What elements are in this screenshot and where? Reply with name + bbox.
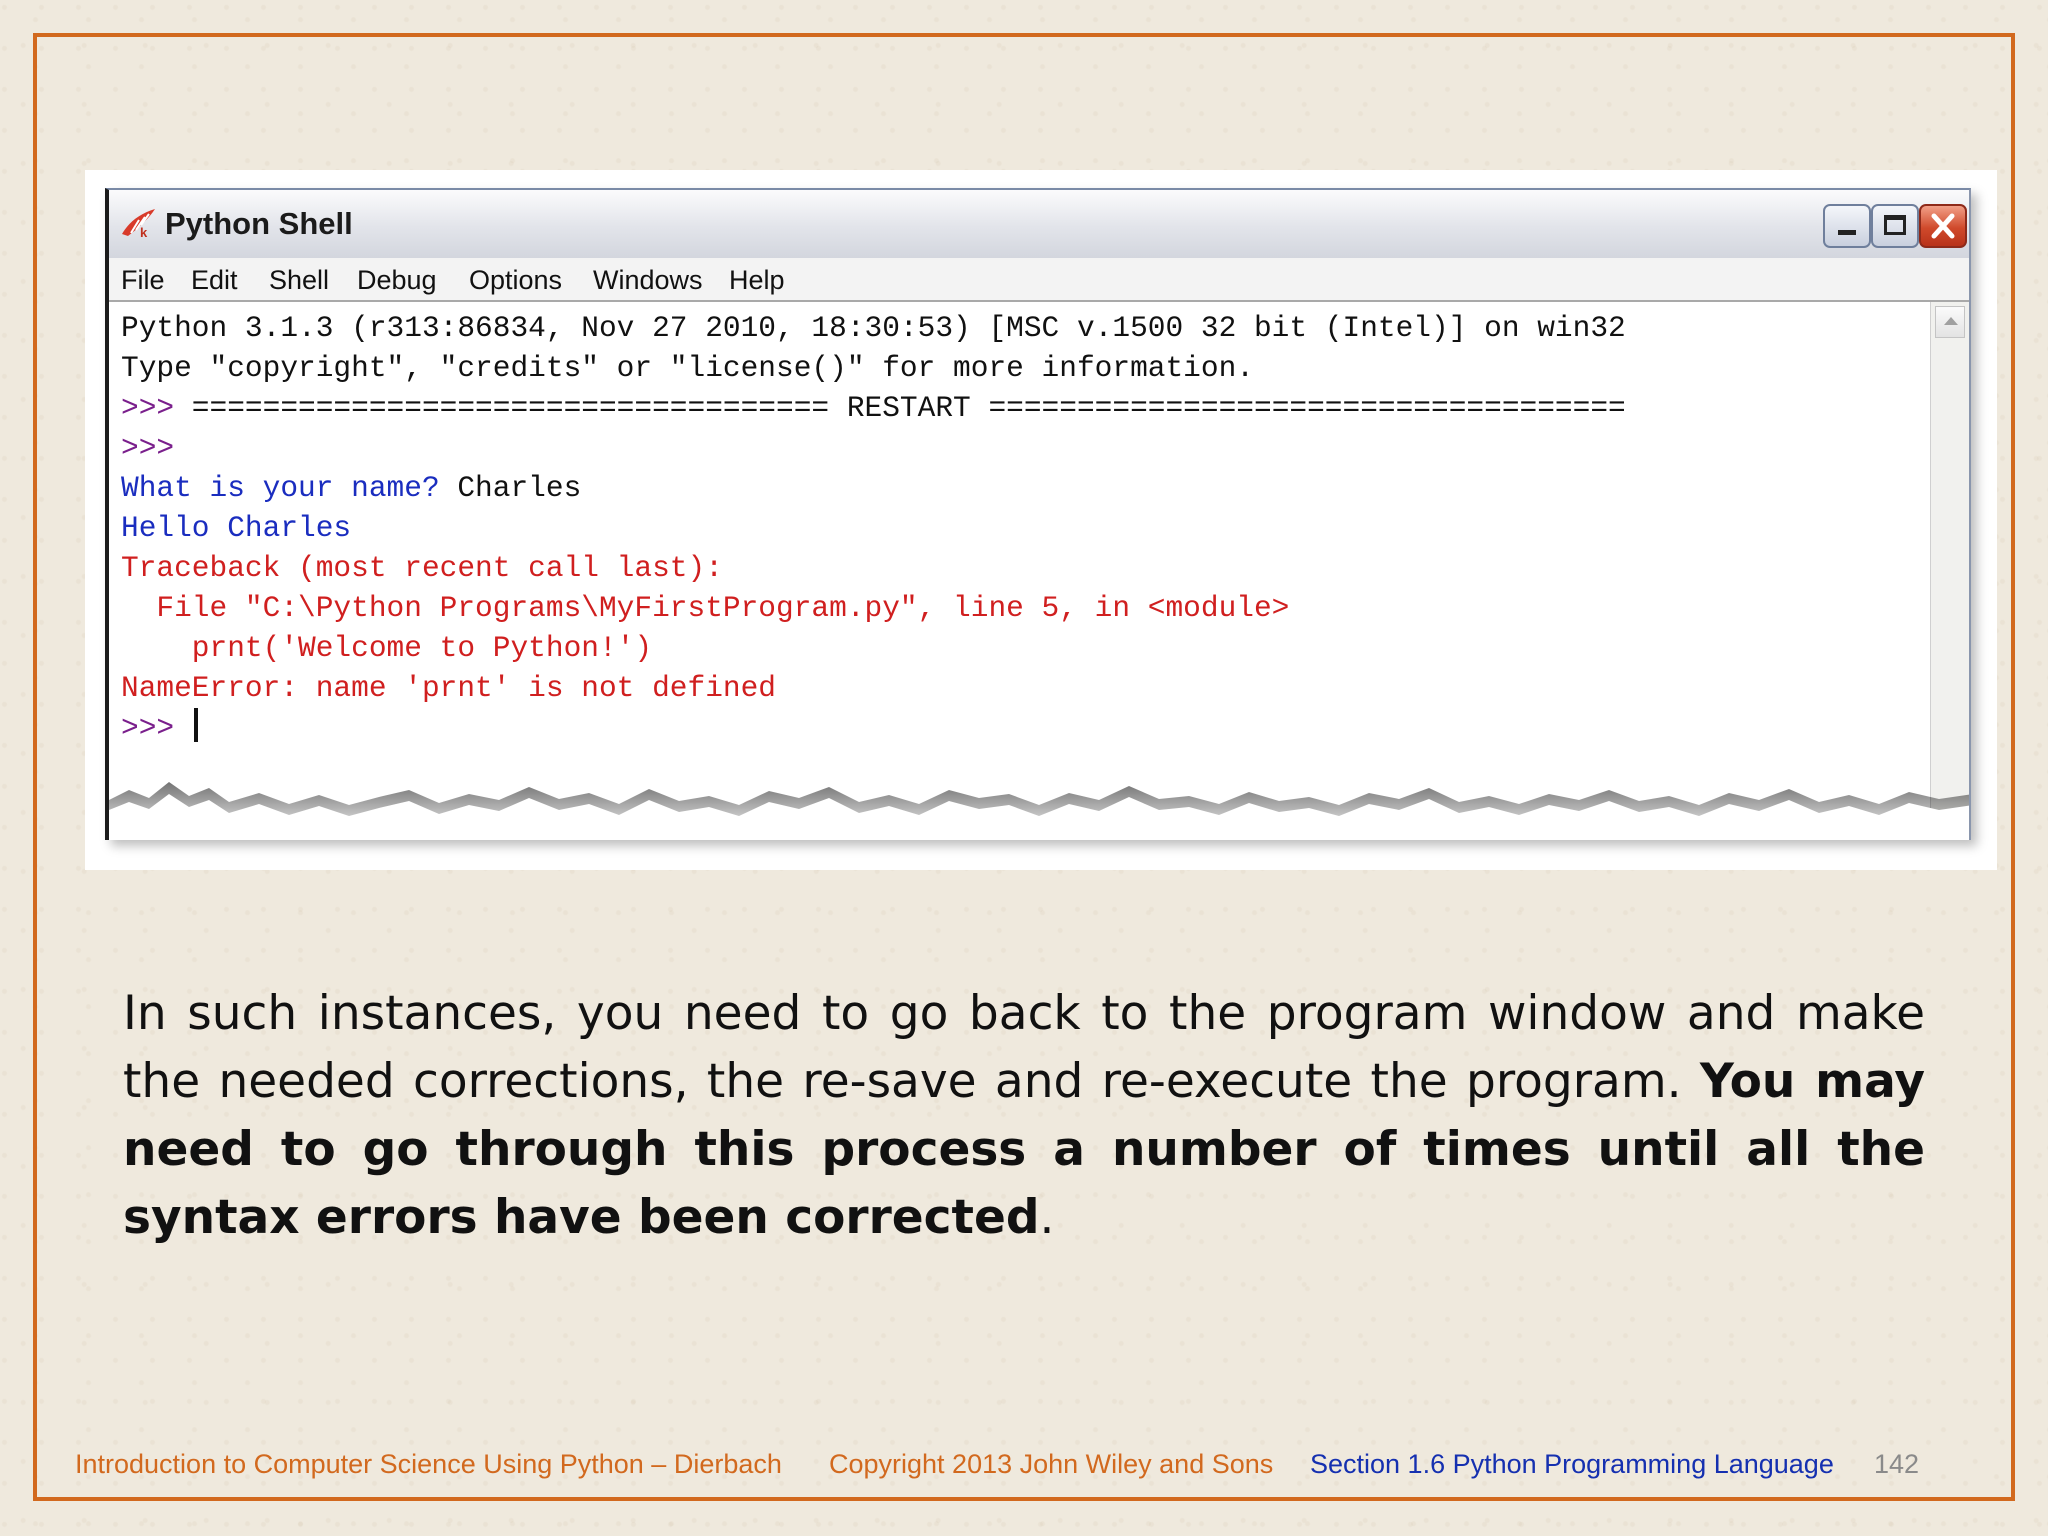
- slide-body-text: In such instances, you need to go back t…: [123, 980, 1925, 1252]
- input-prompt-text: What is your name?: [121, 471, 458, 505]
- menu-windows[interactable]: Windows: [593, 265, 703, 296]
- minimize-button[interactable]: [1823, 204, 1871, 248]
- text-cursor: [193, 708, 198, 742]
- final-prompt-line[interactable]: >>>: [121, 708, 198, 749]
- menu-shell[interactable]: Shell: [269, 265, 329, 296]
- program-output: Hello Charles: [121, 511, 352, 545]
- user-input-value: Charles: [457, 471, 582, 505]
- restart-line: >>> ====================================…: [121, 388, 1626, 429]
- shell-prompt-empty: >>>: [121, 431, 175, 465]
- shell-prompt: >>>: [121, 391, 175, 425]
- error-message: NameError: name 'prnt' is not defined: [121, 671, 777, 705]
- screenshot-panel: k Python Shell File Edit Shell Debug Opt…: [85, 170, 1997, 870]
- close-icon: [1931, 213, 1955, 239]
- menu-edit[interactable]: Edit: [191, 265, 238, 296]
- scroll-up-button[interactable]: [1935, 306, 1965, 338]
- traceback-header: Traceback (most recent call last):: [121, 551, 723, 585]
- banner-line-2: Type "copyright", "credits" or "license(…: [121, 351, 1254, 385]
- torn-edge-decoration: [109, 782, 1969, 840]
- minimize-icon: [1838, 230, 1856, 235]
- body-text-end: .: [1039, 1190, 1055, 1245]
- menu-file[interactable]: File: [121, 265, 165, 296]
- python-feather-icon: k: [122, 209, 155, 240]
- body-text-normal: In such instances, you need to go back t…: [123, 986, 1925, 1109]
- python-shell-window: k Python Shell File Edit Shell Debug Opt…: [105, 188, 1971, 840]
- footer-copyright: Copyright 2013 John Wiley and Sons: [829, 1449, 1274, 1479]
- traceback-code-line: prnt('Welcome to Python!'): [121, 631, 653, 665]
- footer-section: Section 1.6 Python Programming Language: [1310, 1449, 1834, 1479]
- scroll-up-arrow-icon: [1944, 317, 1958, 325]
- footer-book-title: Introduction to Computer Science Using P…: [75, 1449, 782, 1479]
- banner-line-1: Python 3.1.3 (r313:86834, Nov 27 2010, 1…: [121, 311, 1626, 345]
- window-title: Python Shell: [165, 206, 353, 241]
- svg-text:k: k: [140, 225, 148, 240]
- title-bar[interactable]: k Python Shell: [109, 190, 1969, 259]
- maximize-button[interactable]: [1871, 204, 1919, 248]
- menu-options[interactable]: Options: [469, 265, 562, 296]
- input-line: What is your name? Charles: [121, 468, 581, 509]
- close-button[interactable]: [1919, 204, 1967, 248]
- maximize-icon: [1884, 215, 1906, 235]
- traceback-file-line: File "C:\Python Programs\MyFirstProgram.…: [121, 591, 1290, 625]
- menu-debug[interactable]: Debug: [357, 265, 437, 296]
- menu-bar: File Edit Shell Debug Options Windows He…: [109, 258, 1969, 302]
- footer-page-number: 142: [1874, 1449, 1920, 1479]
- shell-prompt-final: >>>: [121, 711, 192, 745]
- menu-help[interactable]: Help: [729, 265, 785, 296]
- restart-text: ==================================== RES…: [174, 391, 1626, 425]
